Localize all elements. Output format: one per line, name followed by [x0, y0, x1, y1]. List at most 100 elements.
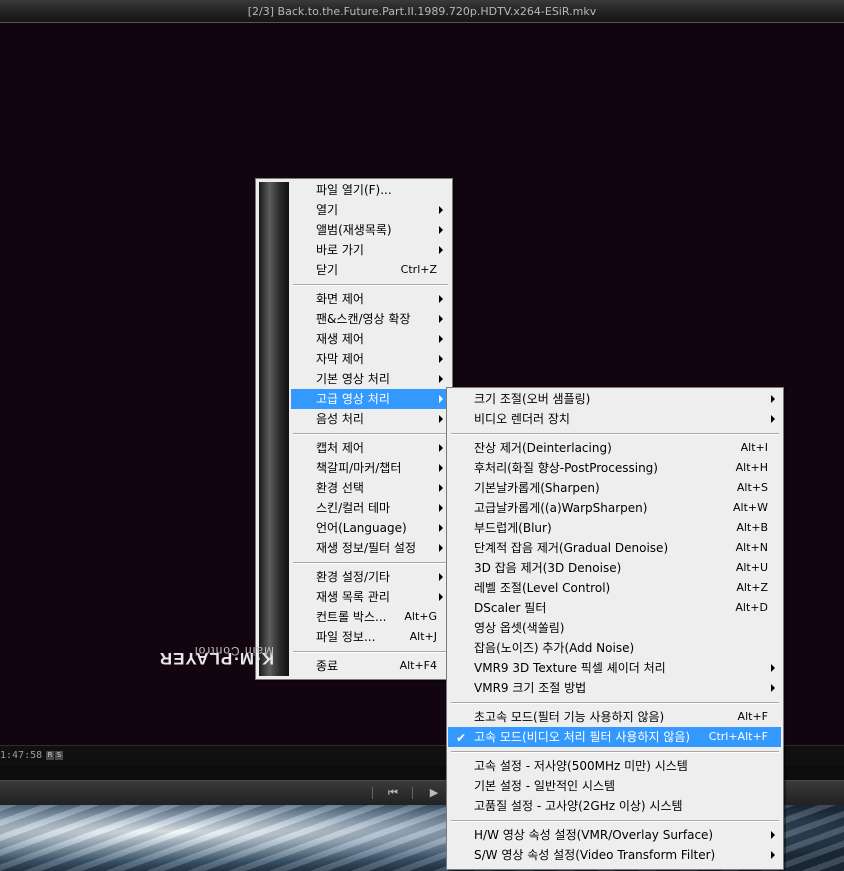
menu-item-label: 열기	[316, 203, 339, 217]
menu-item-shortcut: Alt+I	[740, 441, 768, 454]
menu-item-label: 기본 영상 처리	[316, 372, 390, 386]
main-menu-item-14[interactable]: 책갈피/마커/챕터	[291, 458, 449, 478]
submenu-item-18[interactable]: 고속 설정 - 저사양(500MHz 미만) 시스템	[448, 756, 781, 776]
menu-item-label: VMR9 크기 조절 방법	[474, 681, 587, 695]
submenu-item-13[interactable]: 잡음(노이즈) 추가(Add Noise)	[448, 638, 781, 658]
main-context-menu: K·M·PLAYER Main Control 파일 열기(F)... 열기앨범(재…	[159, 178, 453, 680]
menu-item-label: 단계적 잡음 제거(Gradual Denoise)	[474, 541, 669, 555]
main-menu-item-7[interactable]: 팬&스캔/영상 확장	[291, 309, 449, 329]
menu-item-label: 컨트롤 박스...	[316, 610, 387, 624]
checkmark-icon: ✔	[456, 731, 467, 745]
menu-item-label: 앨범(재생목록)	[316, 223, 392, 237]
submenu-item-8[interactable]: 단계적 잡음 제거(Gradual Denoise) Alt+N	[448, 538, 781, 558]
menu-item-label: 3D 잡음 제거(3D Denoise)	[474, 561, 622, 575]
menu-separator	[293, 562, 448, 564]
main-menu-item-15[interactable]: 환경 선택	[291, 478, 449, 498]
menu-item-label: DScaler 필터	[474, 601, 547, 615]
menu-item-label: 고급날카롭게((a)WarpSharpen)	[474, 501, 648, 515]
submenu-item-9[interactable]: 3D 잡음 제거(3D Denoise) Alt+U	[448, 558, 781, 578]
menu-item-label: 고급 영상 처리	[316, 392, 390, 406]
status-badges: R S	[46, 751, 63, 760]
submenu-item-12[interactable]: 영상 옵셋(색쏠림)	[448, 618, 781, 638]
repeat-badge[interactable]: R	[46, 751, 54, 760]
main-menu-item-9[interactable]: 자막 제어	[291, 349, 449, 369]
submenu-item-14[interactable]: VMR9 3D Texture 픽셀 셰이더 처리	[448, 658, 781, 678]
menu-item-label: 잔상 제거(Deinterlacing)	[474, 441, 612, 455]
menu-item-label: 캡처 제어	[316, 441, 364, 455]
menu-separator	[451, 751, 779, 753]
submenu-item-3[interactable]: 잔상 제거(Deinterlacing) Alt+I	[448, 438, 781, 458]
main-menu-item-19[interactable]: 환경 설정/기타	[291, 567, 449, 587]
main-menu-item-2[interactable]: 열기	[291, 200, 449, 220]
submenu-item-1[interactable]: 크기 조절(오버 샘플링)	[448, 389, 781, 409]
menu-separator	[451, 820, 779, 822]
submenu-arrow-icon	[771, 831, 775, 839]
main-menu-item-18[interactable]: 재생 정보/필터 설정	[291, 538, 449, 558]
menu-item-label: 재생 목록 관리	[316, 590, 390, 604]
submenu-arrow-icon	[771, 395, 775, 403]
kmplayer-logo: K·M·PLAYER Main Control	[159, 228, 287, 668]
skip-previous-icon[interactable]: ⏮	[382, 785, 404, 801]
submenu-item-2[interactable]: 비디오 렌더러 장치	[448, 409, 781, 429]
submenu-item-22[interactable]: S/W 영상 속성 설정(Video Transform Filter)	[448, 845, 781, 865]
main-menu-item-17[interactable]: 언어(Language)	[291, 518, 449, 538]
main-menu-item-20[interactable]: 재생 목록 관리	[291, 587, 449, 607]
menu-item-label: 초고속 모드(필터 기능 사용하지 않음)	[474, 710, 665, 724]
submenu-arrow-icon	[439, 335, 443, 343]
submenu-item-5[interactable]: 기본날카롭게(Sharpen) Alt+S	[448, 478, 781, 498]
main-menu-item-11[interactable]: 고급 영상 처리	[291, 389, 449, 409]
menu-item-label: 고속 설정 - 저사양(500MHz 미만) 시스템	[474, 759, 688, 773]
menu-item-shortcut: Alt+U	[735, 561, 768, 574]
main-menu-item-21[interactable]: 컨트롤 박스... Alt+G	[291, 607, 449, 627]
menu-item-label: 바로 가기	[316, 243, 364, 257]
submenu-arrow-icon	[439, 355, 443, 363]
submenu-arrow-icon	[439, 246, 443, 254]
playback-time: 1:47:58	[0, 750, 43, 761]
submenu-item-17[interactable]: ✔ 고속 모드(비디오 처리 필터 사용하지 않음) Ctrl+Alt+F	[448, 727, 781, 747]
submenu-arrow-icon	[439, 206, 443, 214]
menu-item-label: S/W 영상 속성 설정(Video Transform Filter)	[474, 848, 716, 862]
submenu-item-21[interactable]: H/W 영상 속성 설정(VMR/Overlay Surface)	[448, 825, 781, 845]
main-menu-item-16[interactable]: 스킨/컬러 테마	[291, 498, 449, 518]
window-title-bar[interactable]: [2/3] Back.to.the.Future.Part.II.1989.72…	[0, 0, 844, 23]
menu-item-label: 재생 정보/필터 설정	[316, 541, 416, 555]
menu-item-label: VMR9 3D Texture 픽셀 셰이더 처리	[474, 661, 666, 675]
main-menu-item-4[interactable]: 바로 가기	[291, 240, 449, 260]
menu-item-label: 팬&스캔/영상 확장	[316, 312, 411, 326]
menu-item-label: 고품질 설정 - 고사양(2GHz 이상) 시스템	[474, 799, 683, 813]
menu-item-shortcut: Alt+Z	[736, 581, 768, 594]
menu-item-label: 책갈피/마커/챕터	[316, 461, 402, 475]
main-menu-item-8[interactable]: 재생 제어	[291, 329, 449, 349]
submenu-item-7[interactable]: 부드럽게(Blur) Alt+B	[448, 518, 781, 538]
submenu-arrow-icon	[439, 226, 443, 234]
submenu-item-15[interactable]: VMR9 크기 조절 방법	[448, 678, 781, 698]
control-separator	[372, 787, 373, 799]
submenu-item-10[interactable]: 레벨 조절(Level Control) Alt+Z	[448, 578, 781, 598]
submenu-item-16[interactable]: 초고속 모드(필터 기능 사용하지 않음) Alt+F	[448, 707, 781, 727]
play-icon[interactable]: ▶	[423, 785, 445, 801]
menu-item-label: 환경 선택	[316, 481, 364, 495]
submenu-item-11[interactable]: DScaler 필터 Alt+D	[448, 598, 781, 618]
main-menu-item-10[interactable]: 기본 영상 처리	[291, 369, 449, 389]
submenu-item-6[interactable]: 고급날카롭게((a)WarpSharpen) Alt+W	[448, 498, 781, 518]
main-menu-item-12[interactable]: 음성 처리	[291, 409, 449, 429]
submenu-item-4[interactable]: 후처리(화질 향상-PostProcessing) Alt+H	[448, 458, 781, 478]
main-menu-item-6[interactable]: 화면 제어	[291, 289, 449, 309]
subtitle-badge[interactable]: S	[55, 751, 63, 760]
main-menu-item-5[interactable]: 닫기 Ctrl+Z	[291, 260, 449, 280]
menu-item-label: 종료	[316, 659, 339, 673]
menu-item-label: 환경 설정/기타	[316, 570, 391, 584]
main-menu-item-23[interactable]: 종료 Alt+F4	[291, 656, 449, 676]
menu-item-shortcut: Alt+F4	[399, 659, 437, 672]
submenu-arrow-icon	[439, 484, 443, 492]
main-menu-item-3[interactable]: 앨범(재생목록)	[291, 220, 449, 240]
main-menu-item-13[interactable]: 캡처 제어	[291, 438, 449, 458]
submenu-arrow-icon	[439, 295, 443, 303]
menu-separator	[451, 433, 779, 435]
main-menu-item-1[interactable]: 파일 열기(F)...	[291, 180, 449, 200]
menu-item-label: 기본날카롭게(Sharpen)	[474, 481, 600, 495]
submenu-item-20[interactable]: 고품질 설정 - 고사양(2GHz 이상) 시스템	[448, 796, 781, 816]
main-menu-item-22[interactable]: 파일 정보... Alt+J	[291, 627, 449, 647]
submenu-item-19[interactable]: 기본 설정 - 일반적인 시스템	[448, 776, 781, 796]
advanced-video-submenu: 크기 조절(오버 샘플링) 비디오 렌더러 장치잔상 제거(Deinterlaci…	[446, 387, 784, 870]
